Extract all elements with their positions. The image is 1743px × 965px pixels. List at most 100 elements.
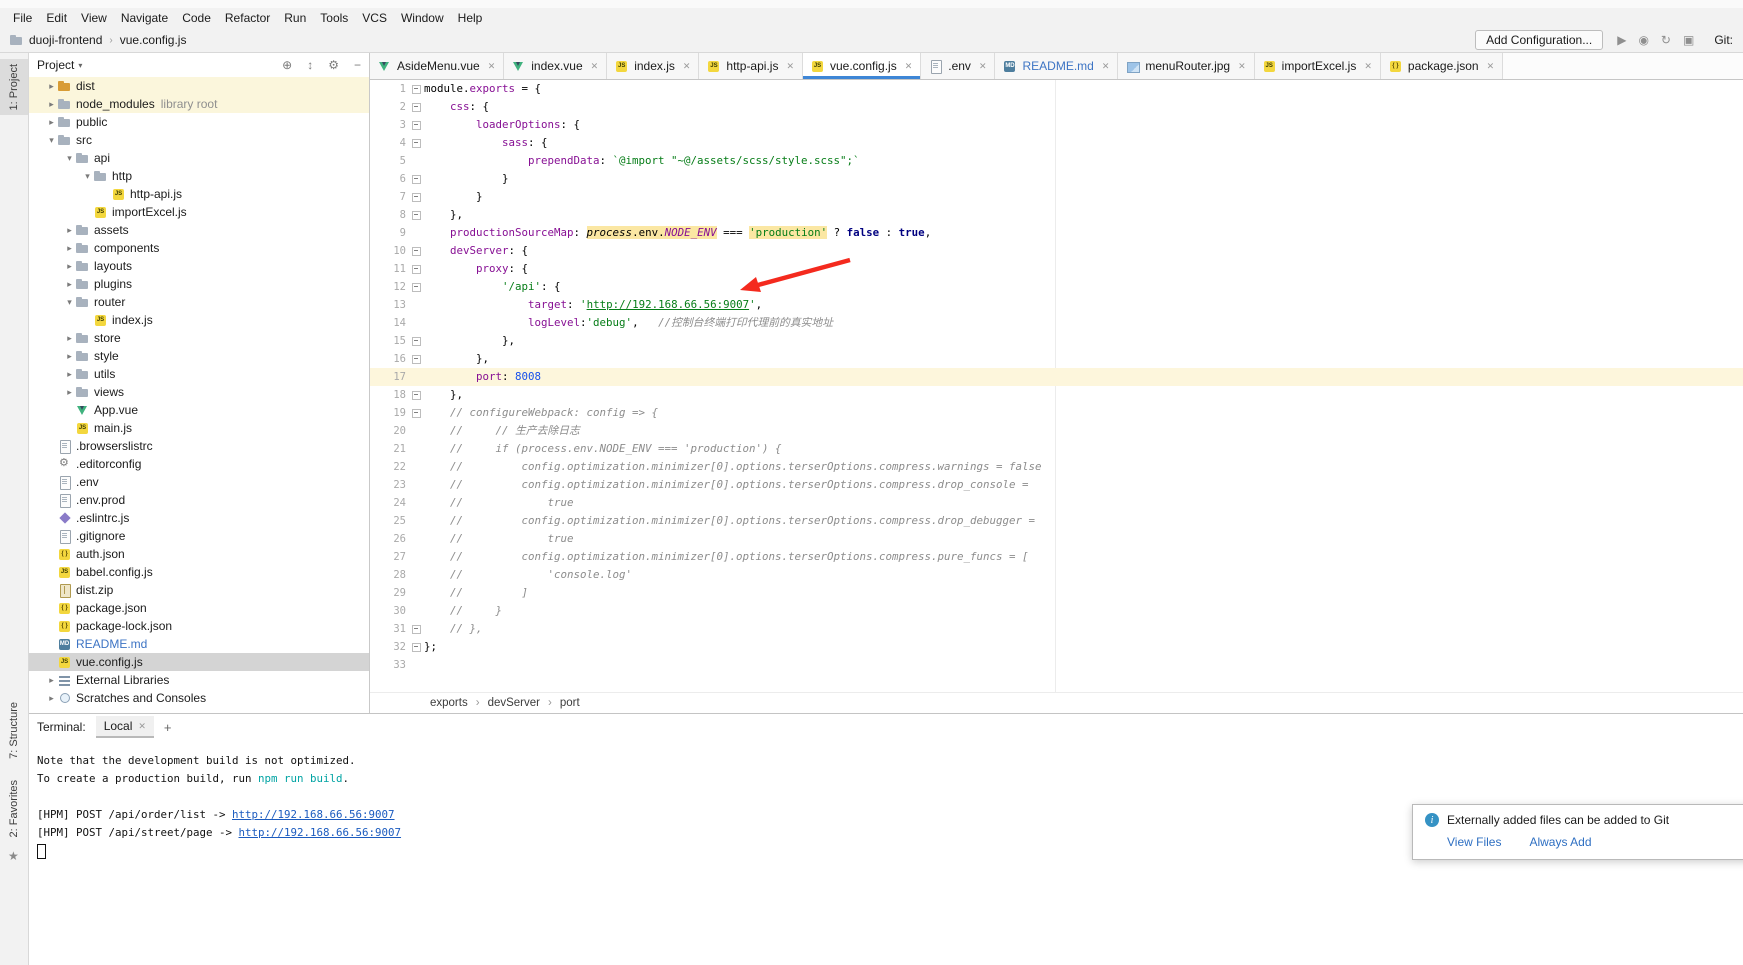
tree-item-src[interactable]: ▾src [29,131,369,149]
fold-marker-icon[interactable] [408,188,424,206]
tree-item-style[interactable]: ▸style [29,347,369,365]
tree-item-env-prod[interactable]: .env.prod [29,491,369,509]
fold-marker-icon[interactable] [408,242,424,260]
menu-item-tools[interactable]: Tools [313,11,355,25]
close-icon[interactable]: ✕ [905,61,913,72]
chevron-right-icon[interactable]: ▸ [63,369,76,380]
tab-index-js[interactable]: index.js✕ [607,53,699,79]
fold-marker-icon[interactable] [408,278,424,296]
close-icon[interactable]: ✕ [979,61,987,72]
breadcrumb-project[interactable]: duoji-frontend [29,33,102,47]
tree-item-public[interactable]: ▸public [29,113,369,131]
hide-panel-icon[interactable]: − [354,58,361,72]
code-area[interactable]: 1module.exports = {2 css: {3 loaderOptio… [370,80,1743,692]
chevron-right-icon[interactable]: ▸ [45,675,58,686]
code-line[interactable]: 22 // config.optimization.minimizer[0].o… [370,458,1743,476]
chevron-down-icon[interactable]: ▾ [63,297,76,308]
chevron-right-icon[interactable]: ▸ [63,279,76,290]
chevron-right-icon[interactable]: ▸ [63,333,76,344]
tree-item-eslintrc-js[interactable]: .eslintrc.js [29,509,369,527]
code-line[interactable]: 11 proxy: { [370,260,1743,278]
code-line[interactable]: 32}; [370,638,1743,656]
notification-action-always-add[interactable]: Always Add [1529,835,1591,849]
chevron-down-icon[interactable]: ▾ [81,171,94,182]
close-icon[interactable]: ✕ [138,721,146,732]
tree-item-views[interactable]: ▸views [29,383,369,401]
close-icon[interactable]: ✕ [1487,61,1495,72]
fold-marker-icon[interactable] [408,620,424,638]
terminal-url-link[interactable]: http://192.168.66.56:9007 [232,808,395,821]
tree-item-app-vue[interactable]: App.vue [29,401,369,419]
fold-marker-icon[interactable] [408,80,424,98]
fold-marker-icon[interactable] [408,206,424,224]
menu-item-vcs[interactable]: VCS [355,11,394,25]
menu-item-view[interactable]: View [74,11,114,25]
code-line[interactable]: 26 // true [370,530,1743,548]
code-line[interactable]: 23 // config.optimization.minimizer[0].o… [370,476,1743,494]
tool-button-favorites[interactable]: 2: Favorites [0,775,28,842]
tree-item-layouts[interactable]: ▸layouts [29,257,369,275]
code-line[interactable]: 33 [370,656,1743,674]
tree-item-scratches-and-consoles[interactable]: ▸Scratches and Consoles [29,689,369,707]
menu-item-help[interactable]: Help [451,11,490,25]
new-terminal-button[interactable]: + [164,720,172,735]
menu-item-file[interactable]: File [6,11,39,25]
chevron-down-icon[interactable]: ▾ [63,153,76,164]
code-line[interactable]: 12 '/api': { [370,278,1743,296]
tool-button-project[interactable]: 1: Project [0,59,28,115]
breadcrumb-devserver[interactable]: devServer [488,697,540,709]
tab-importexcel-js[interactable]: importExcel.js✕ [1255,53,1381,79]
chevron-right-icon[interactable]: ▸ [45,117,58,128]
tree-item-assets[interactable]: ▸assets [29,221,369,239]
code-line[interactable]: 24 // true [370,494,1743,512]
tab-readme-md[interactable]: README.md✕ [995,53,1118,79]
fold-marker-icon[interactable] [408,134,424,152]
tree-item-dist-zip[interactable]: dist.zip [29,581,369,599]
chevron-right-icon[interactable]: ▸ [45,693,58,704]
fold-marker-icon[interactable] [408,404,424,422]
close-icon[interactable]: ✕ [1238,61,1246,72]
tree-item-package-lock-json[interactable]: package-lock.json [29,617,369,635]
chevron-right-icon[interactable]: ▸ [63,225,76,236]
tab-package-json[interactable]: package.json✕ [1381,53,1503,79]
menu-item-refactor[interactable]: Refactor [218,11,277,25]
code-line[interactable]: 2 css: { [370,98,1743,116]
tree-item-index-js[interactable]: index.js [29,311,369,329]
project-panel-title[interactable]: Project [37,58,74,72]
chevron-down-icon[interactable]: ▾ [45,135,58,146]
breadcrumb-exports[interactable]: exports [430,697,468,709]
code-line[interactable]: 7 } [370,188,1743,206]
code-line[interactable]: 18 }, [370,386,1743,404]
stop-icon[interactable]: ▣ [1683,33,1694,47]
chevron-right-icon[interactable]: ▸ [63,261,76,272]
git-widget[interactable]: Git: [1708,33,1733,47]
tab-asidemenu-vue[interactable]: AsideMenu.vue✕ [370,53,504,79]
close-icon[interactable]: ✕ [786,61,794,72]
tree-item-package-json[interactable]: package.json [29,599,369,617]
code-line[interactable]: 29 // ] [370,584,1743,602]
tree-item-babel-config-js[interactable]: babel.config.js [29,563,369,581]
tree-item-node-modules[interactable]: ▸node_moduleslibrary root [29,95,369,113]
tab-menurouter-jpg[interactable]: menuRouter.jpg✕ [1118,53,1254,79]
tree-item-plugins[interactable]: ▸plugins [29,275,369,293]
tree-item-gitignore[interactable]: .gitignore [29,527,369,545]
tree-item-components[interactable]: ▸components [29,239,369,257]
code-line[interactable]: 10 devServer: { [370,242,1743,260]
breadcrumb-file[interactable]: vue.config.js [120,33,187,47]
code-line[interactable]: 27 // config.optimization.minimizer[0].o… [370,548,1743,566]
tree-item-browserslistrc[interactable]: .browserslistrc [29,437,369,455]
tree-item-auth-json[interactable]: auth.json [29,545,369,563]
code-line[interactable]: 19 // configureWebpack: config => { [370,404,1743,422]
code-line[interactable]: 28 // 'console.log' [370,566,1743,584]
tree-item-importexcel-js[interactable]: importExcel.js [29,203,369,221]
tree-item-main-js[interactable]: main.js [29,419,369,437]
code-line[interactable]: 1module.exports = { [370,80,1743,98]
fold-marker-icon[interactable] [408,98,424,116]
close-icon[interactable]: ✕ [1364,61,1372,72]
code-line[interactable]: 8 }, [370,206,1743,224]
tree-item-router[interactable]: ▾router [29,293,369,311]
tree-item-external-libraries[interactable]: ▸External Libraries [29,671,369,689]
menu-item-navigate[interactable]: Navigate [114,11,175,25]
tree-item-utils[interactable]: ▸utils [29,365,369,383]
code-line[interactable]: 20 // // 生产去除日志 [370,422,1743,440]
